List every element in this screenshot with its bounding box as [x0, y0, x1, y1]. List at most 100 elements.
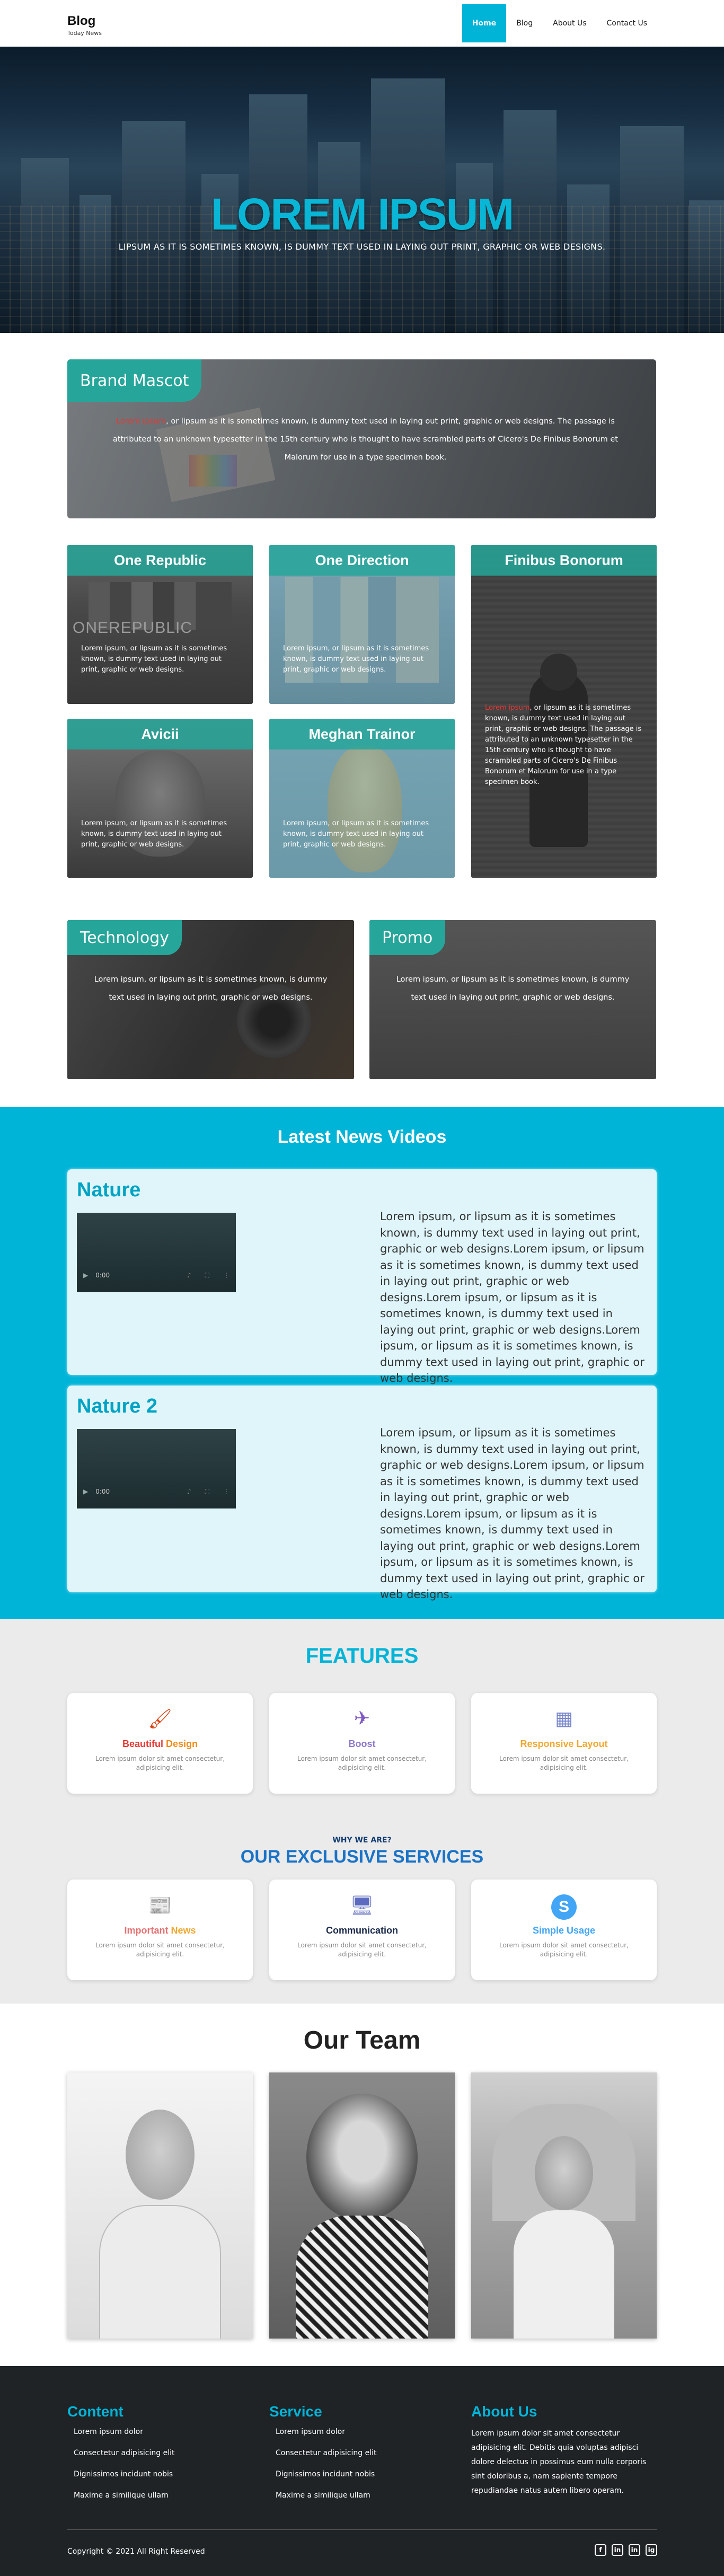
fullscreen-icon[interactable]: ⛶ — [205, 1272, 209, 1280]
hero-subtitle: LIPSUM AS IT IS SOMETIMES KNOWN, IS DUMM… — [118, 242, 606, 252]
fullscreen-icon[interactable]: ⛶ — [205, 1488, 209, 1496]
footer-content-title: Content — [67, 2403, 123, 2420]
linkedin-icon[interactable]: in — [612, 2544, 623, 2556]
copyright: Copyright © 2021 All Right Reserved — [67, 2547, 205, 2556]
video-description: Lorem ipsum, or lipsum as it is sometime… — [380, 1210, 644, 1384]
footer-about-title: About Us — [471, 2403, 537, 2420]
paintbrush-icon: 🖌 — [148, 1708, 172, 1730]
footer-link[interactable]: Maxime a similique ullam — [67, 2491, 258, 2512]
team-member-photo[interactable] — [269, 2072, 455, 2339]
card-text: Lorem ipsum, or lipsum as it is sometime… — [283, 819, 429, 849]
features-section: FEATURES 🖌 Beautiful Design Lorem ipsum … — [0, 1619, 724, 2004]
footer-link[interactable]: Maxime a similique ullam — [269, 2491, 460, 2512]
facebook-icon[interactable]: f — [595, 2544, 606, 2556]
service-card[interactable]: S Simple Usage Lorem ipsum dolor sit ame… — [471, 1880, 657, 1980]
newspaper-icon: 📰 — [148, 1895, 172, 1917]
footer-about-column: About Us Lorem ipsum dolor sit amet cons… — [471, 2403, 657, 2498]
footer-link[interactable]: Consectetur adipisicing elit — [269, 2449, 460, 2470]
service-card[interactable]: 🖥 Communication Lorem ipsum dolor sit am… — [269, 1880, 455, 1980]
card-text: Lorem ipsum, or lipsum as it is sometime… — [283, 645, 429, 674]
nav-contact-us[interactable]: Contact Us — [597, 4, 657, 42]
team-section: Our Team — [0, 2004, 724, 2366]
card-one-republic[interactable]: ONEREPUBLIC One Republic Lorem ipsum, or… — [67, 545, 253, 704]
footer-service-column: Service Lorem ipsum dolor Consectetur ad… — [269, 2403, 460, 2512]
more-icon[interactable]: ⋮ — [223, 1488, 229, 1496]
service-title: Simple Usage — [532, 1925, 596, 1936]
brand[interactable]: Blog Today News — [67, 14, 102, 37]
footer-service-title: Service — [269, 2403, 322, 2420]
instagram-icon[interactable]: ig — [646, 2544, 657, 2556]
team-heading: Our Team — [303, 2026, 421, 2054]
team-member-photo[interactable] — [471, 2072, 657, 2339]
service-title: Important News — [124, 1925, 196, 1936]
card-text: Lorem ipsum, or lipsum as it is sometime… — [81, 819, 227, 849]
service-title: Communication — [325, 1925, 398, 1936]
card-title: One Republic — [67, 545, 253, 576]
main-nav: Home Blog About Us Contact Us — [462, 4, 657, 42]
card-title: Meghan Trainor — [269, 719, 455, 749]
card-title: Technology — [67, 920, 182, 955]
video-description: Lorem ipsum, or lipsum as it is sometime… — [380, 1426, 644, 1601]
why-we-are: WHY WE ARE? — [332, 1836, 392, 1845]
nav-about-us[interactable]: About Us — [543, 4, 596, 42]
card-finibus-bonorum[interactable]: Finibus Bonorum Lorem ipsum, or lipsum a… — [471, 545, 657, 878]
linkedin-alt-icon[interactable]: in — [629, 2544, 640, 2556]
latest-news-videos: Latest News Videos Nature ▶ 0:00 ♪ ⛶ ⋮ Lor… — [0, 1107, 724, 1619]
circle-s-icon: S — [471, 1894, 657, 1920]
feature-card[interactable]: ✈ Boost Lorem ipsum dolor sit amet conse… — [269, 1693, 455, 1794]
feature-card[interactable]: 🖌 Beautiful Design Lorem ipsum dolor sit… — [67, 1693, 253, 1794]
card-one-direction[interactable]: One Direction Lorem ipsum, or lipsum as … — [269, 545, 455, 704]
play-icon[interactable]: ▶ — [83, 1488, 88, 1495]
card-avicii[interactable]: Avicii Lorem ipsum, or lipsum as it is s… — [67, 719, 253, 878]
highlight-text: Lorem ipsum — [116, 417, 166, 426]
footer-link[interactable]: Dignissimos incidunt nobis — [269, 2470, 460, 2491]
footer-link[interactable]: Lorem ipsum dolor — [67, 2428, 258, 2449]
card-text: Lorem ipsum, or lipsum as it is sometime… — [94, 975, 328, 1002]
feature-desc: Lorem ipsum dolor sit amet consectetur, … — [297, 1755, 427, 1771]
card-text: Lorem ipsum, or lipsum as it is sometime… — [396, 975, 630, 1002]
video-player[interactable]: ▶ 0:00 ♪ ⛶ ⋮ — [77, 1429, 236, 1508]
feature-desc: Lorem ipsum dolor sit amet consectetur, … — [95, 1755, 225, 1771]
card-text: Lorem ipsum, or lipsum as it is sometime… — [485, 704, 642, 786]
video-item: Nature 2 ▶ 0:00 ♪ ⛶ ⋮ Lorem ipsum, or lips… — [67, 1386, 657, 1601]
hero-banner: LOREM IPSUM LIPSUM AS IT IS SOMETIMES KN… — [0, 47, 724, 333]
video-title: Nature — [77, 1179, 141, 1201]
card-text: Lorem ipsum, or lipsum as it is sometime… — [81, 645, 227, 674]
tagline: Today News — [67, 30, 102, 37]
video-player[interactable]: ▶ 0:00 ♪ ⛶ ⋮ — [77, 1213, 236, 1292]
team-member-photo[interactable] — [67, 2072, 253, 2339]
brand-mascot-text: Lorem ipsum, or lipsum as it is sometime… — [113, 417, 618, 462]
brand-mascot-title: Brand Mascot — [67, 359, 202, 402]
card-meghan-trainor[interactable]: Meghan Trainor Lorem ipsum, or lipsum as… — [269, 719, 455, 878]
service-desc: Lorem ipsum dolor sit amet consectetur, … — [95, 1942, 225, 1958]
footer-content-column: Content Lorem ipsum dolor Consectetur ad… — [67, 2403, 258, 2512]
more-icon[interactable]: ⋮ — [223, 1272, 229, 1280]
feature-card[interactable]: ▦ Responsive Layout Lorem ipsum dolor si… — [471, 1693, 657, 1794]
services-heading: OUR EXCLUSIVE SERVICES — [240, 1847, 484, 1867]
card-technology[interactable]: Technology Lorem ipsum, or lipsum as it … — [67, 920, 354, 1079]
service-card[interactable]: 📰 Important News Lorem ipsum dolor sit a… — [67, 1880, 253, 1980]
logo[interactable]: Blog — [67, 14, 102, 29]
social-links: f in in ig — [595, 2544, 657, 2556]
footer-divider — [67, 2529, 657, 2530]
card-promo[interactable]: Promo Lorem ipsum, or lipsum as it is so… — [369, 920, 656, 1079]
volume-icon[interactable]: ♪ — [187, 1488, 191, 1496]
volume-icon[interactable]: ♪ — [187, 1272, 191, 1280]
site-footer: Content Lorem ipsum dolor Consectetur ad… — [0, 2366, 724, 2576]
footer-link[interactable]: Dignissimos incidunt nobis — [67, 2470, 258, 2491]
video-title: Nature 2 — [77, 1395, 158, 1417]
rocket-icon: ✈ — [354, 1708, 370, 1730]
footer-link[interactable]: Lorem ipsum dolor — [269, 2428, 460, 2449]
feature-title: Responsive Layout — [520, 1739, 608, 1749]
brand-mascot-card: Brand Mascot Lorem ipsum, or lipsum as i… — [67, 359, 656, 518]
play-icon[interactable]: ▶ — [83, 1272, 88, 1279]
videos-heading: Latest News Videos — [277, 1127, 447, 1147]
footer-about-text: Lorem ipsum dolor sit amet consectetur a… — [471, 2429, 647, 2495]
nav-blog[interactable]: Blog — [506, 4, 543, 42]
feature-desc: Lorem ipsum dolor sit amet consectetur, … — [499, 1755, 629, 1771]
footer-link[interactable]: Consectetur adipisicing elit — [67, 2449, 258, 2470]
video-item: Nature ▶ 0:00 ♪ ⛶ ⋮ Lorem ipsum, or lipsum… — [67, 1169, 657, 1384]
nav-home[interactable]: Home — [462, 4, 507, 42]
card-title: One Direction — [269, 545, 455, 576]
layout-icon: ▦ — [554, 1708, 573, 1730]
